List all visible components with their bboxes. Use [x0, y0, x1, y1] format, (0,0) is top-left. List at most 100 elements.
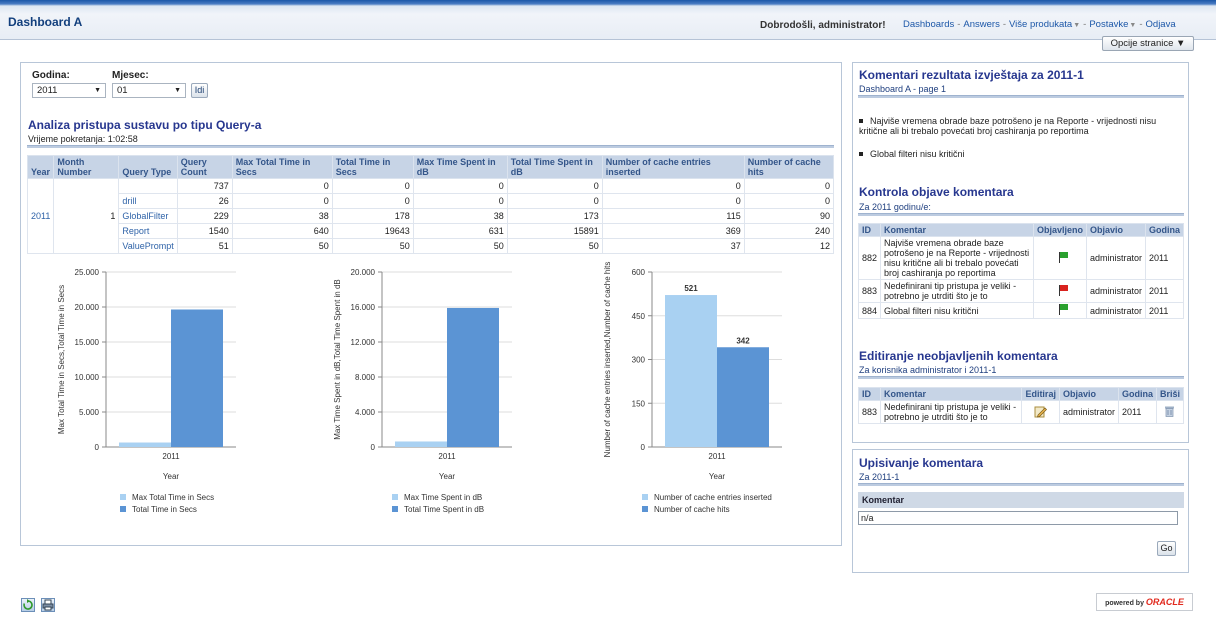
type-cell[interactable] [118, 178, 178, 194]
flag-cell [1032, 236, 1087, 280]
count-cell: 51 [176, 238, 233, 254]
legend-swatch [392, 494, 398, 500]
type-cell[interactable]: Report [118, 223, 178, 239]
trash-icon[interactable] [1164, 405, 1175, 417]
global-nav: Dashboards - Answers - Više produkata▼ - Posta… [903, 19, 1176, 30]
col-max-db[interactable]: Max Time Spent in dB [412, 155, 508, 179]
table-row: 884 Global filteri nisu kritični adminis… [857, 302, 1184, 319]
count-cell: 26 [176, 193, 233, 209]
flag-green-icon[interactable] [1059, 251, 1069, 263]
nav-dashboards[interactable]: Dashboards [903, 19, 954, 30]
dashboard-title: Dashboard A [8, 15, 83, 29]
col-cache-hits[interactable]: Number of cache hits [743, 155, 835, 179]
y-axis-title: Max Time Spent in dB,Total Time Spent in… [333, 279, 342, 440]
col-total-db[interactable]: Total Time Spent in dB [506, 155, 603, 179]
top-bar: Dashboard A Dobrodošli, administrator! D… [0, 0, 1216, 40]
refresh-button[interactable] [21, 598, 35, 612]
col-comment[interactable]: Komentar [880, 387, 1023, 401]
cell: 0 [506, 178, 603, 194]
type-cell[interactable]: ValuePrompt [118, 238, 178, 254]
go-button[interactable]: Idi [191, 83, 208, 98]
month-select-value: 01 [117, 85, 128, 96]
bar [119, 442, 171, 447]
y-tick-label: 0 [371, 443, 376, 452]
cell: 631 [412, 223, 508, 239]
y-tick-label: 600 [632, 268, 646, 277]
bar [395, 441, 447, 447]
year-select[interactable]: 2011 ▼ [32, 83, 106, 98]
comment-field-header: Komentar [858, 492, 1184, 508]
title-rule [858, 213, 1184, 216]
col-published[interactable]: Objavljeno [1032, 223, 1087, 237]
legend-item[interactable]: Number of cache hits [642, 504, 772, 516]
legend-item[interactable]: Total Time Spent in dB [392, 504, 484, 516]
y-tick-label: 0 [641, 443, 646, 452]
col-year[interactable]: Godina [1145, 223, 1184, 237]
col-query-count[interactable]: Query Count [176, 155, 233, 179]
table-row: 883 Nedefinirani tip pristupa je veliki … [857, 279, 1184, 303]
table-row: 2011 1 737 0 0 0 0 0 0 [26, 178, 835, 254]
cell: 369 [601, 223, 745, 239]
col-query-type[interactable]: Query Type [118, 155, 178, 179]
legend-item[interactable]: Number of cache entries inserted [642, 492, 772, 504]
nav-separator: - [1139, 19, 1143, 30]
nav-answers[interactable]: Answers [963, 19, 999, 30]
edit-pencil-icon[interactable] [1034, 405, 1048, 418]
legend-item[interactable]: Total Time in Secs [120, 504, 214, 516]
y-tick-label: 150 [632, 399, 646, 408]
comment-field-label: Komentar [862, 495, 905, 505]
flag-green-icon[interactable] [1059, 304, 1069, 315]
type-cell[interactable]: drill [118, 193, 178, 209]
cell: 37 [601, 238, 745, 254]
cell: 0 [231, 193, 333, 209]
month-select[interactable]: 01 ▼ [112, 83, 186, 98]
id-cell: 883 [857, 279, 882, 303]
year-label: Godina: [32, 70, 70, 81]
col-max-total-time[interactable]: Max Total Time in Secs [231, 155, 333, 179]
print-button[interactable] [41, 598, 55, 612]
col-cache-inserted[interactable]: Number of cache entries inserted [601, 155, 745, 179]
comment-text: Global filteri nisu kritični [870, 149, 965, 159]
y-tick-label: 16.000 [351, 303, 376, 312]
col-published-by[interactable]: Objavio [1085, 223, 1147, 237]
col-published-by[interactable]: Objavio [1058, 387, 1119, 401]
report-title: Analiza pristupa sustavu po tipu Query-a [28, 118, 262, 132]
comment-input[interactable]: n/a [858, 511, 1178, 525]
table-row: ValuePrompt 51 50 50 50 50 37 12 [28, 238, 835, 254]
table-row: GlobalFilter 229 38 178 38 173 115 90 [28, 208, 835, 224]
published-by-cell: administrator [1085, 236, 1147, 280]
x-axis-title: Year [709, 472, 726, 481]
flag-red-icon[interactable] [1059, 284, 1069, 296]
col-delete[interactable]: Briši [1155, 387, 1185, 401]
bar [717, 347, 769, 447]
page-options-button[interactable]: Opcije stranice ▼ [1102, 36, 1194, 51]
legend-label: Max Total Time in Secs [132, 493, 215, 502]
col-year[interactable]: Year [26, 155, 55, 179]
legend-label: Total Time in Secs [132, 505, 197, 514]
x-tick-label: 2011 [438, 452, 456, 461]
comment-cell: Nedefinirani tip pristupa je veliki - po… [880, 279, 1034, 303]
nav-logout[interactable]: Odjava [1146, 19, 1176, 30]
oracle-brand: ORACLE [1145, 597, 1184, 607]
month-label: Mjesec: [112, 70, 149, 81]
col-total-time[interactable]: Total Time in Secs [331, 155, 414, 179]
bar-value-label: 342 [736, 336, 750, 345]
type-cell[interactable]: GlobalFilter [118, 208, 178, 224]
printer-icon [42, 599, 54, 611]
col-id[interactable]: ID [857, 223, 882, 237]
col-year[interactable]: Godina [1117, 387, 1157, 401]
year-cell: 2011 [1117, 400, 1157, 424]
legend-item[interactable]: Max Total Time in Secs [120, 492, 214, 504]
month-cell: 1 [53, 178, 120, 254]
submit-comment-button[interactable]: Go [1157, 541, 1176, 556]
comment-cell: Global filteri nisu kritični [880, 302, 1034, 319]
cell: 50 [331, 238, 414, 254]
col-month[interactable]: Month Number [53, 155, 120, 179]
col-id[interactable]: ID [857, 387, 882, 401]
nav-more-products[interactable]: Više produkata [1009, 19, 1072, 30]
col-comment[interactable]: Komentar [880, 223, 1034, 237]
count-cell: 737 [176, 178, 233, 194]
legend-item[interactable]: Max Time Spent in dB [392, 492, 484, 504]
nav-settings[interactable]: Postavke [1089, 19, 1128, 30]
col-edit[interactable]: Editiraj [1021, 387, 1060, 401]
